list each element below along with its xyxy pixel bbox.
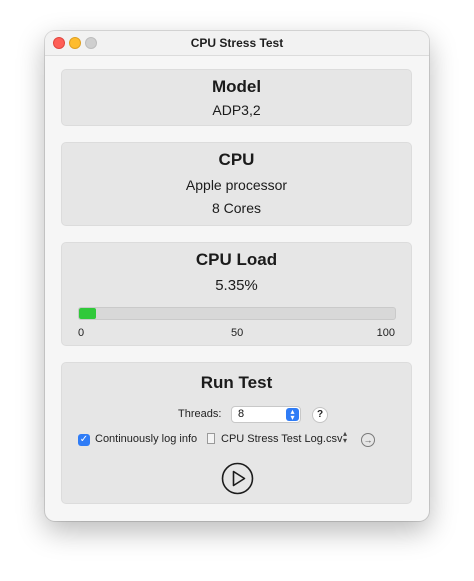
log-file-name[interactable]: CPU Stress Test Log.csv [221,433,342,445]
app-window: CPU Stress Test Model ADP3,2 CPU Apple p… [45,31,429,521]
cpu-panel: CPU Apple processor 8 Cores [61,142,412,226]
log-info-checkbox-label[interactable]: Continuously log info [95,433,197,445]
document-icon [207,433,215,444]
log-file-chooser-icon[interactable]: ▴ ▾ [343,430,347,445]
window-title: CPU Stress Test [190,36,284,50]
cpu-load-value: 5.35% [215,277,258,294]
cpu-cores: 8 Cores [211,200,262,216]
cpu-load-panel: CPU Load 5.35% 0 50 100 [61,242,412,346]
reveal-log-file-button[interactable]: → [361,433,375,447]
checkmark-icon: ✓ [79,434,89,445]
play-circle-icon [221,462,254,495]
scale-min-label: 0 [78,327,85,339]
cpu-load-progress-fill [79,308,96,319]
scale-max-label: 100 [376,327,395,339]
arrow-circle-right-icon: → [363,435,373,445]
chevron-up-down-icon: ▴ ▾ [286,408,299,422]
model-heading: Model [211,77,262,96]
cpu-heading: CPU [218,150,255,169]
run-test-heading: Run Test [200,373,273,392]
model-value: ADP3,2 [212,102,261,118]
cpu-processor: Apple processor [185,177,288,193]
log-info-checkbox[interactable]: ✓ [78,434,90,446]
run-test-panel: Run Test Threads: 8 ▴ ▾ ? ✓ Continuously … [61,362,412,504]
threads-select[interactable]: 8 ▴ ▾ [231,406,301,423]
help-button[interactable]: ? [312,407,328,423]
start-test-button[interactable] [221,462,254,495]
threads-select-value: 8 [238,408,245,420]
threads-label: Threads: [178,408,222,420]
scale-mid-label: 50 [231,327,244,339]
model-panel: Model ADP3,2 [61,69,412,126]
title-bar[interactable]: CPU Stress Test [45,31,429,56]
cpu-load-heading: CPU Load [195,250,278,269]
cpu-load-progress-bar [78,307,396,320]
